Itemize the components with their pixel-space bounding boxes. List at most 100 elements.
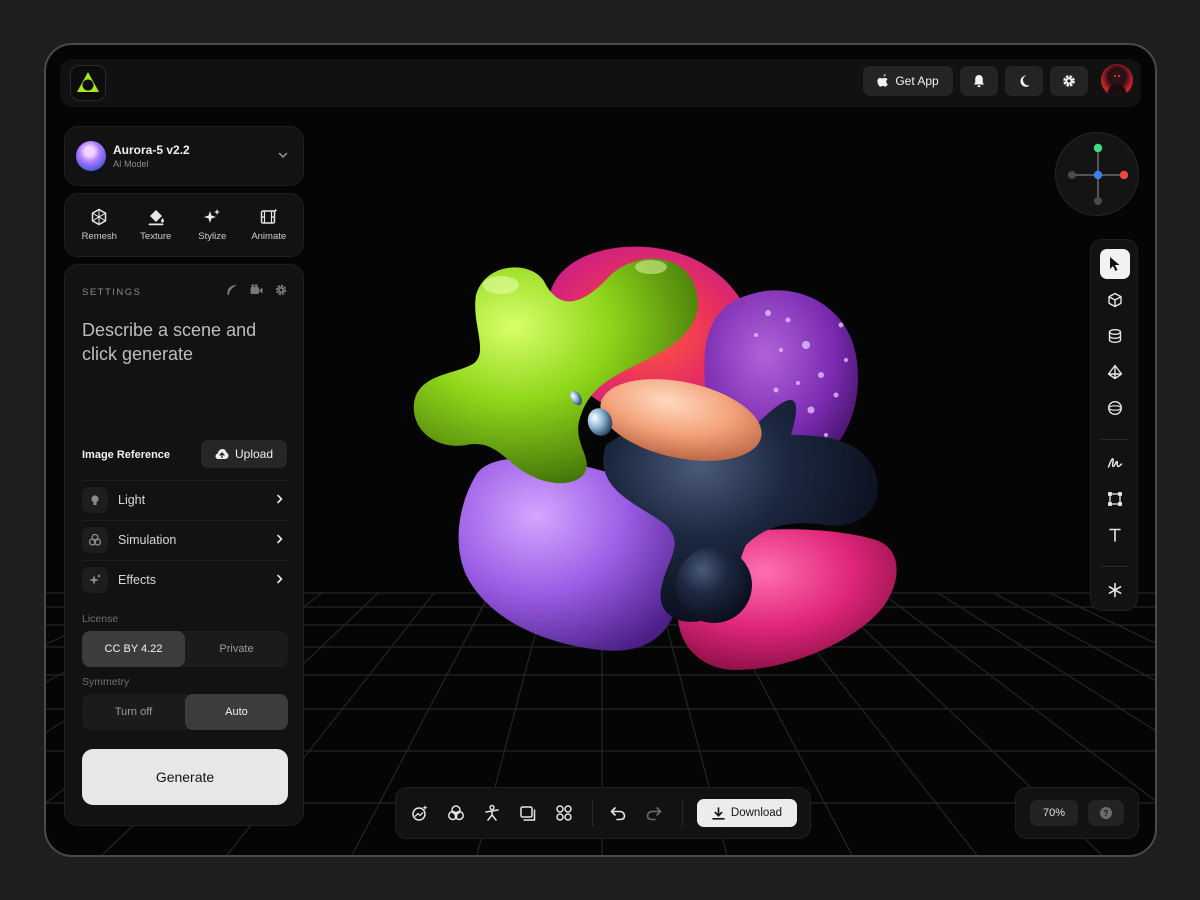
video-camera-icon[interactable] [250, 284, 263, 296]
text-tool[interactable] [1100, 520, 1130, 550]
bulb-icon [82, 487, 108, 513]
grid-icon [556, 805, 572, 821]
license-option-private[interactable]: Private [185, 631, 288, 667]
settings-actions [226, 284, 287, 296]
cube-tool[interactable] [1100, 285, 1130, 315]
simulation-label: Simulation [118, 533, 177, 547]
chevron-right-icon [277, 534, 283, 544]
chevron-down-icon [278, 152, 288, 159]
undo-button[interactable] [605, 800, 631, 826]
pyramid-tool[interactable] [1100, 357, 1130, 387]
download-icon [712, 806, 725, 820]
tool-animate[interactable]: Animate [242, 208, 296, 242]
gear-icon[interactable] [275, 284, 287, 296]
settings-button[interactable] [1050, 66, 1088, 96]
asterisk-tool[interactable] [1100, 575, 1130, 605]
simulation-row[interactable]: Simulation [82, 520, 288, 559]
sphere-icon [1107, 400, 1123, 416]
remesh-icon [92, 208, 107, 226]
pyramid-icon [1107, 364, 1123, 380]
tool-stylize-label: Stylize [198, 231, 227, 242]
cube-icon [1108, 292, 1122, 308]
film-icon [260, 208, 278, 224]
cylinder-icon [1108, 329, 1122, 344]
sphere-tool[interactable] [1100, 393, 1130, 423]
simulation-button[interactable] [443, 800, 469, 826]
apple-icon [877, 74, 889, 87]
model-subtitle: AI Model [113, 159, 149, 169]
tool-texture-label: Texture [140, 231, 172, 242]
model-selector[interactable]: Aurora-5 v2.2 AI Model [64, 126, 304, 186]
tool-remesh-label: Remesh [81, 231, 117, 242]
light-label: Light [118, 493, 146, 507]
zoom-level[interactable]: 70% [1030, 800, 1078, 826]
axis-gizmo-icon [1068, 143, 1129, 205]
avatar-image [1107, 71, 1127, 96]
prompt-input[interactable]: Describe a scene and click generate [82, 318, 282, 366]
tool-remesh[interactable]: Remesh [72, 208, 126, 242]
theme-toggle-button[interactable] [1005, 66, 1043, 96]
chevron-right-icon [277, 574, 283, 584]
light-row[interactable]: Light [82, 480, 288, 519]
sparkle-icon [82, 567, 108, 593]
circles-icon [448, 805, 464, 821]
redo-icon [646, 807, 662, 821]
generate-button[interactable]: Generate [82, 749, 288, 805]
image-ai-button[interactable] [407, 800, 433, 826]
frames-icon [520, 806, 536, 821]
image-sparkle-icon [412, 805, 428, 821]
effects-label: Effects [118, 573, 156, 587]
asterisk-icon [1108, 582, 1122, 598]
logo-icon [77, 72, 99, 92]
user-avatar[interactable] [1101, 64, 1133, 96]
paint-bucket-icon [148, 210, 164, 226]
tool-stylize[interactable]: Stylize [185, 208, 239, 242]
settings-title: SETTINGS [82, 287, 142, 298]
3d-model[interactable] [413, 246, 897, 670]
symmetry-option-off[interactable]: Turn off [82, 694, 185, 730]
upload-button[interactable]: Upload [201, 440, 287, 468]
app-window: Get App Aurora-5 v2.2 AI Model Remesh Te… [44, 43, 1157, 857]
select-tool[interactable] [1100, 249, 1130, 279]
orientation-gizmo[interactable] [1055, 132, 1139, 216]
moon-icon [1020, 75, 1030, 87]
help-icon: ? [1100, 807, 1112, 819]
download-button[interactable]: Download [697, 799, 797, 827]
get-app-button[interactable]: Get App [863, 66, 953, 96]
image-reference-label: Image Reference [82, 449, 171, 461]
circles-icon [82, 527, 108, 553]
bottom-toolbar: Download [395, 787, 811, 839]
model-avatar [76, 141, 106, 171]
cloud-upload-icon [215, 449, 229, 459]
rig-button[interactable] [479, 800, 505, 826]
zoom-controls: 70% ? [1015, 787, 1139, 839]
license-option-cc[interactable]: CC BY 4.22 [82, 631, 185, 667]
download-label: Download [730, 807, 783, 819]
scribble-icon [1107, 458, 1123, 468]
layers-button[interactable] [515, 800, 541, 826]
notifications-button[interactable] [960, 66, 998, 96]
toolbar-divider [1101, 566, 1129, 567]
effects-row[interactable]: Effects [82, 560, 288, 599]
text-icon [1109, 528, 1121, 542]
transform-tool[interactable] [1100, 484, 1130, 514]
draw-tool[interactable] [1100, 448, 1130, 478]
toolbar-divider [1101, 439, 1129, 440]
toolbar-divider [682, 800, 683, 826]
figure-icon [485, 804, 499, 821]
cylinder-tool[interactable] [1100, 321, 1130, 351]
symmetry-option-auto[interactable]: Auto [185, 694, 288, 730]
license-label: License [82, 613, 119, 625]
chevron-right-icon [277, 494, 283, 504]
help-button[interactable]: ? [1088, 800, 1124, 826]
symmetry-label: Symmetry [82, 676, 130, 688]
app-logo[interactable] [70, 65, 106, 101]
right-toolbar [1090, 239, 1138, 611]
grid-button[interactable] [551, 800, 577, 826]
tools-panel: Remesh Texture Stylize Animate [64, 193, 304, 257]
leaf-icon[interactable] [226, 284, 238, 296]
sparkles-icon [204, 209, 221, 223]
redo-button[interactable] [641, 800, 667, 826]
cursor-icon [1110, 257, 1120, 271]
tool-texture[interactable]: Texture [129, 208, 183, 242]
